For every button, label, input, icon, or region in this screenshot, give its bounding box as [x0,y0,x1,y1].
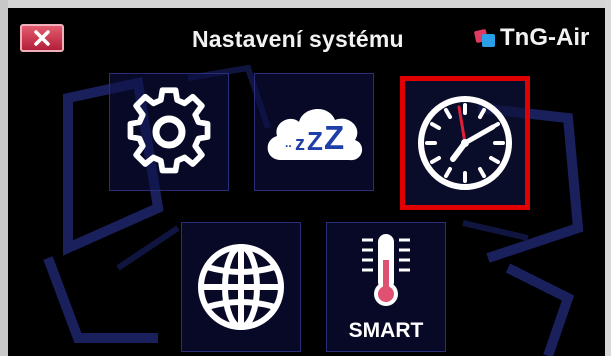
device-screen: Nastavení systému TnG-Air .. z Z Z SMART [8,8,605,356]
clock-icon [418,96,512,190]
device-bezel-left [0,0,8,356]
clock-minute-hand [462,124,496,146]
sleep-cloud-icon: .. z Z Z [267,108,363,161]
header-bar: Nastavení systému TnG-Air [8,8,605,66]
page-title: Nastavení systému [192,26,404,52]
smart-label: SMART [348,319,424,342]
tile-smart-temperature[interactable]: SMART [326,222,446,352]
sleep-z-large: Z [324,119,344,156]
brand-name: TnG-Air [500,24,590,51]
close-button[interactable] [20,24,64,52]
tile-language[interactable] [181,222,301,352]
tile-clock[interactable] [400,76,530,210]
sleep-dots-text: .. [285,136,292,150]
tile-sleep[interactable]: .. z Z Z [254,73,374,191]
close-x-icon [34,30,50,46]
thermometer-icon [362,234,410,306]
sleep-z-medium: Z [307,126,323,156]
globe-icon [198,244,284,330]
brand-logo: TnG-Air [474,24,589,52]
tile-general-settings[interactable] [109,73,229,191]
device-bezel-right [605,0,611,356]
gear-icon [127,87,211,174]
sleep-z-small: z [295,133,305,155]
brand-icon [474,29,495,47]
